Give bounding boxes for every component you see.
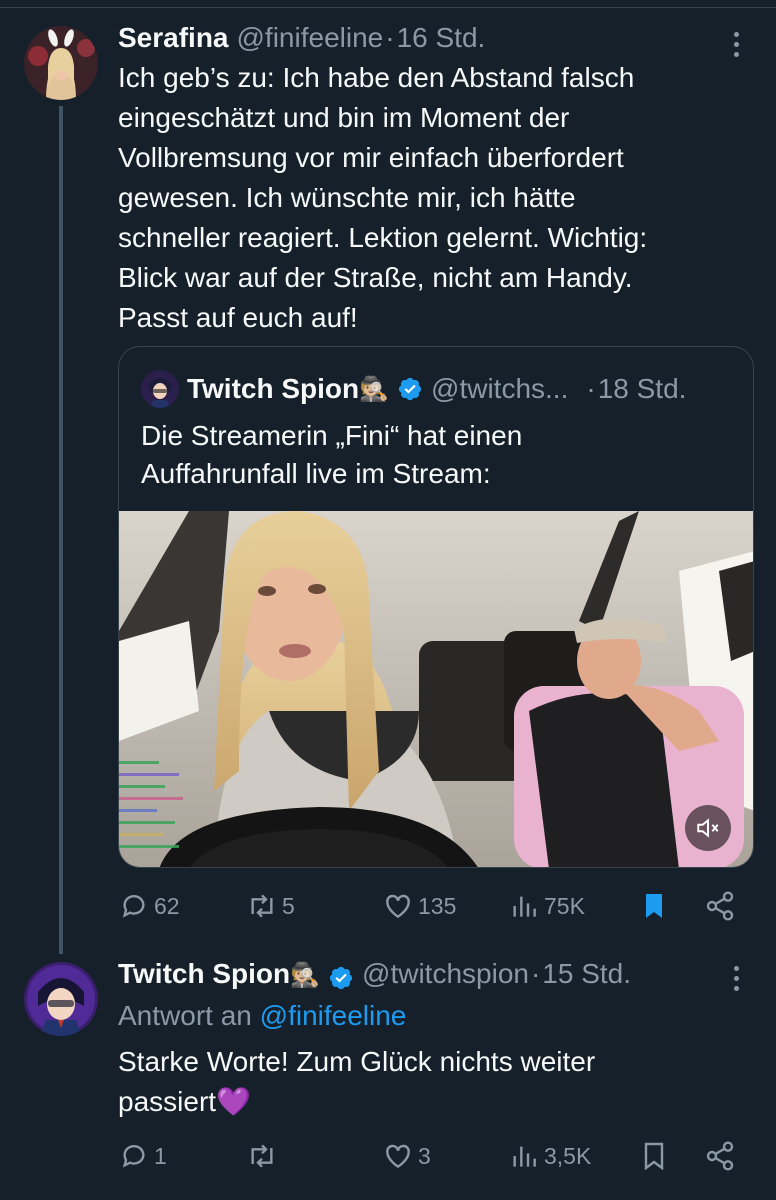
quoted-tweet-header: Twitch Spion 🕵🏼 @twitchs... · 18 Std.	[141, 370, 731, 408]
like-icon	[386, 1144, 410, 1169]
reply-count: 1	[154, 1142, 167, 1169]
tweet-text-line: gewesen. Ich wünschte mir, ich hätte	[118, 182, 576, 213]
detective-emoji: 🕵🏼	[359, 375, 390, 403]
replying-to-handle[interactable]: @finifeeline	[260, 1000, 407, 1031]
like-button[interactable]: 135	[382, 886, 456, 926]
author-name[interactable]: Serafina	[118, 22, 229, 54]
quoted-text-line: Die Streamerin „Fini“ hat einen	[141, 420, 523, 451]
separator-dot: ·	[530, 958, 541, 989]
reply-author-avatar[interactable]	[24, 962, 98, 1036]
bookmark-button[interactable]	[638, 886, 670, 926]
reply-text-line: Starke Worte! Zum Glück nichts weiter	[118, 1046, 596, 1077]
like-button[interactable]: 3	[382, 1136, 431, 1176]
quoted-author-avatar[interactable]	[141, 370, 179, 408]
reply-button[interactable]: 62	[118, 886, 180, 926]
like-icon	[386, 894, 410, 919]
like-count: 135	[418, 892, 457, 919]
author-handle[interactable]: @finifeeline	[237, 22, 384, 54]
verified-icon	[398, 377, 422, 401]
quoted-author-name[interactable]: Twitch Spion	[187, 373, 359, 405]
share-icon	[706, 1141, 734, 1171]
author-avatar[interactable]	[24, 26, 98, 100]
tweet-text-line: schneller reagiert. Lektion gelernt. Wic…	[118, 222, 648, 253]
tweet-text-line: eingeschätzt und bin im Moment der	[118, 102, 570, 133]
share-button[interactable]	[704, 886, 736, 926]
views-button[interactable]: 3,5K	[508, 1136, 591, 1176]
verified-icon	[329, 966, 353, 990]
tweet-text-line: Ich geb’s zu: Ich habe den Abstand falsc…	[118, 62, 635, 93]
tweet-text-line: Passt auf euch auf!	[118, 302, 358, 333]
detective-emoji: 🕵🏼	[290, 962, 321, 989]
views-icon	[513, 1146, 536, 1167]
views-count: 75K	[544, 892, 585, 919]
main-tweet[interactable]: Serafina @finifeeline · 16 Std. Ich geb’…	[0, 0, 776, 954]
retweet-icon	[251, 894, 273, 918]
reply-author-name[interactable]: Twitch Spion	[118, 958, 290, 990]
reply-text: Starke Worte! Zum Glück nichts weiter pa…	[118, 1042, 738, 1122]
bookmark-button[interactable]	[638, 1136, 670, 1176]
reply-author-handle[interactable]: @twitchspion	[362, 958, 529, 990]
tweet-actions: 62 5 135 75K	[118, 886, 738, 926]
quoted-tweet-time[interactable]: 18 Std.	[598, 373, 687, 405]
reply-icon	[122, 894, 145, 918]
reply-header: Twitch Spion 🕵🏼 @twitchspion · 15 Std.	[118, 958, 631, 998]
tweet-text-line: Blick war auf der Straße, nicht am Handy…	[118, 262, 633, 293]
separator-dot: ·	[385, 22, 395, 53]
bookmark-icon	[644, 1142, 664, 1171]
replying-to: Antwort an @finifeeline	[118, 1000, 406, 1032]
reply-time[interactable]: 15 Std.	[542, 958, 631, 990]
quoted-author-handle[interactable]: @twitchs...	[431, 373, 568, 405]
separator-dot: ·	[586, 373, 596, 404]
bookmark-icon	[646, 894, 662, 918]
thread-line	[59, 106, 63, 954]
reply-icon	[122, 1144, 145, 1168]
reply-count: 62	[154, 892, 180, 919]
mute-icon[interactable]	[685, 805, 731, 851]
retweet-count: 5	[282, 892, 295, 919]
video-thumbnail[interactable]	[119, 511, 753, 867]
reply-button[interactable]: 1	[118, 1136, 167, 1176]
more-icon[interactable]	[726, 32, 746, 57]
views-count: 3,5K	[544, 1142, 592, 1169]
share-icon	[706, 891, 734, 921]
reply-actions: 1 3 3,5K	[118, 1136, 738, 1176]
tweet-time[interactable]: 16 Std.	[397, 22, 486, 54]
tweet-text-line: Vollbremsung vor mir einfach überfordert	[118, 142, 624, 173]
quoted-text-line: Auffahrunfall live im Stream:	[141, 458, 491, 489]
tweet-header: Serafina @finifeeline · 16 Std.	[118, 22, 485, 62]
quoted-tweet-text: Die Streamerin „Fini“ hat einen Auffahru…	[141, 417, 731, 493]
views-icon	[513, 896, 536, 917]
retweet-icon	[251, 1144, 273, 1168]
quoted-tweet[interactable]: Twitch Spion 🕵🏼 @twitchs... · 18 Std. Di…	[118, 346, 754, 868]
replying-to-label: Antwort an	[118, 1000, 252, 1031]
share-button[interactable]	[704, 1136, 736, 1176]
tweet-text: Ich geb’s zu: Ich habe den Abstand falsc…	[118, 58, 738, 338]
retweet-button[interactable]	[246, 1136, 282, 1176]
more-icon[interactable]	[726, 966, 746, 991]
reply-text-line: passiert💜	[118, 1086, 251, 1117]
like-count: 3	[418, 1142, 431, 1169]
views-button[interactable]: 75K	[508, 886, 585, 926]
retweet-button[interactable]: 5	[246, 886, 295, 926]
